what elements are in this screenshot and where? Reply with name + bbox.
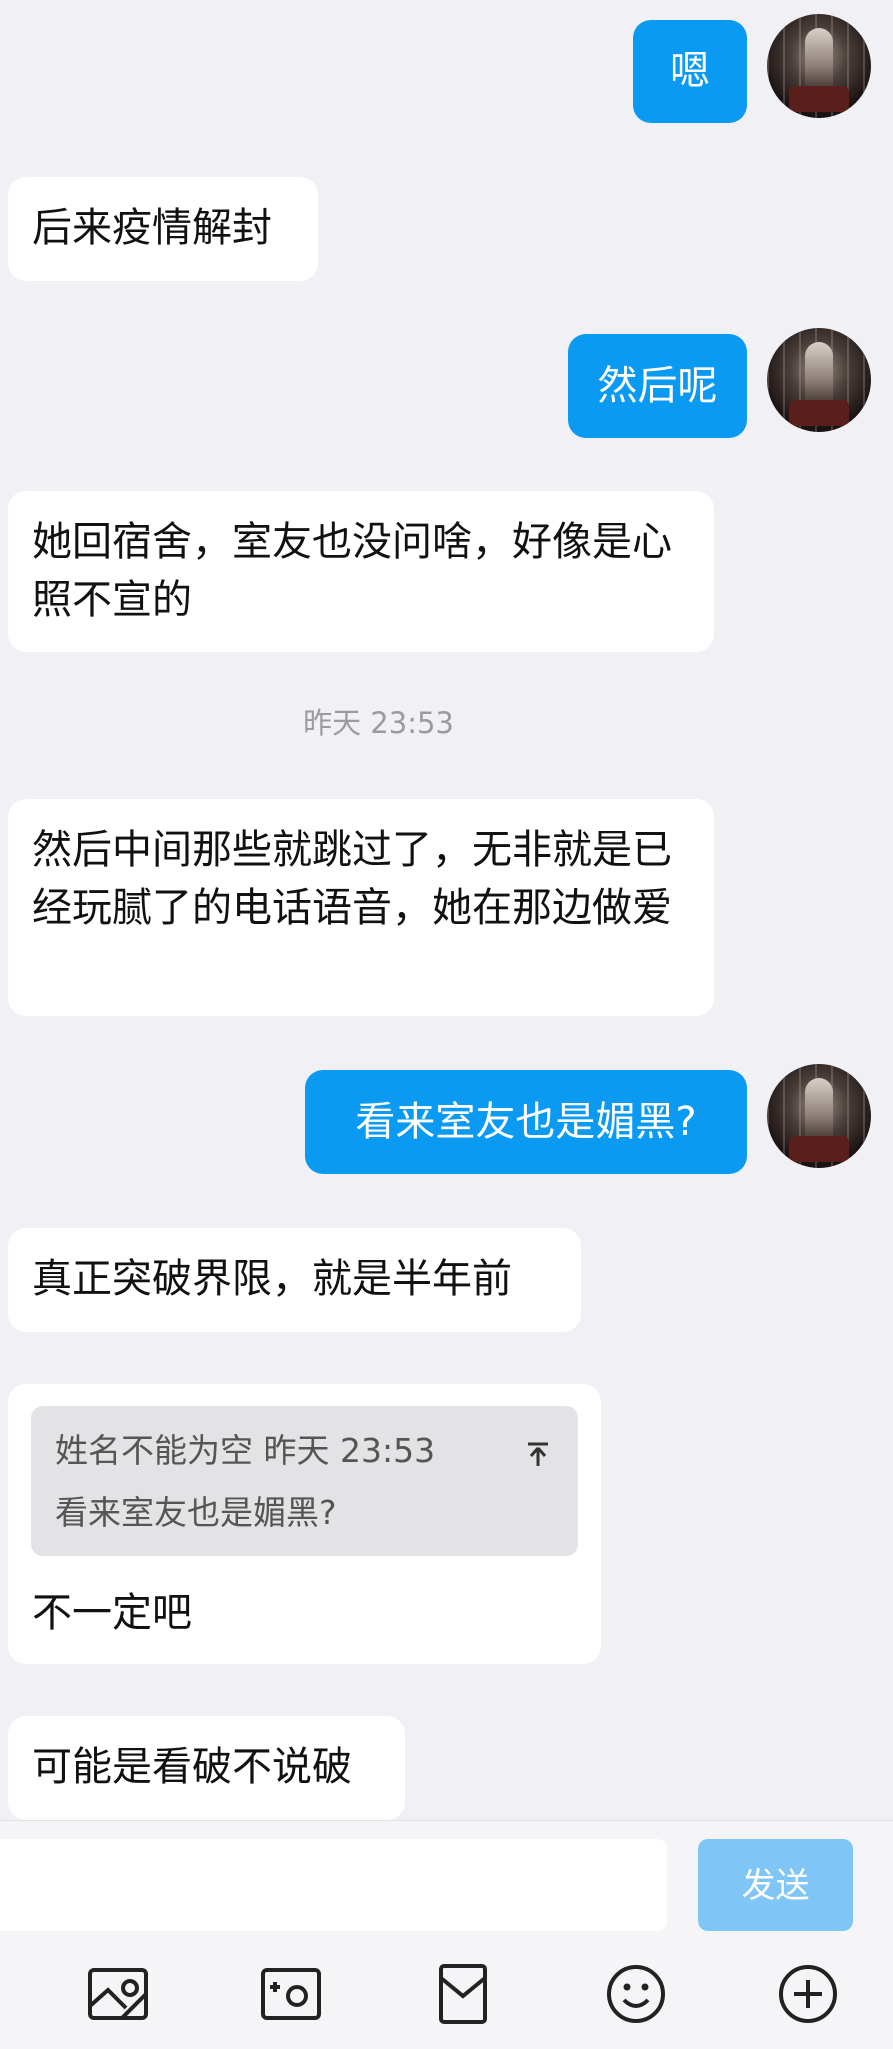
image-icon[interactable] [86,1962,150,2026]
message-bubble-incoming[interactable]: 然后中间那些就跳过了，无非就是已经玩腻了的电话语音，她在那边做爱 [8,799,714,1016]
message-text: 不一定吧 [32,1590,192,1636]
quote-text: 看来室友也是媚黑? [55,1493,337,1532]
camera-icon[interactable] [259,1962,323,2026]
avatar[interactable] [767,14,871,118]
quote-meta: 姓名不能为空 昨天 23:53 [55,1420,554,1482]
input-bar: 发送 [0,1820,893,2049]
message-bubble-incoming[interactable]: 后来疫情解封 [8,177,318,281]
message-text: 然后呢 [597,363,718,409]
quote-author: 姓名不能为空 [55,1431,253,1470]
message-bubble-incoming[interactable]: 她回宿舍，室友也没问啥，好像是心照不宣的 [8,491,714,652]
emoji-icon[interactable] [604,1962,668,2026]
quote-time: 昨天 23:53 [263,1431,436,1470]
message-text: 真正突破界限，就是半年前 [32,1256,512,1302]
red-packet-icon[interactable] [431,1962,495,2026]
message-bubble-incoming[interactable]: 真正突破界限，就是半年前 [8,1228,581,1332]
message-text: 后来疫情解封 [32,205,272,251]
message-bubble-incoming[interactable]: 可能是看破不说破 [8,1716,405,1820]
message-text: 嗯 [670,48,710,94]
plus-icon[interactable] [776,1962,840,2026]
send-button[interactable]: 发送 [698,1839,853,1931]
message-bubble-outgoing[interactable]: 嗯 [633,20,747,123]
message-bubble-outgoing[interactable]: 看来室友也是媚黑? [305,1070,747,1174]
chat-timestamp: 昨天 23:53 [303,706,454,740]
message-text: 可能是看破不说破 [32,1744,352,1790]
message-text: 她回宿舍，室友也没问啥，好像是心照不宣的 [32,519,672,623]
arrow-up-icon[interactable] [524,1428,552,1490]
message-bubble-outgoing[interactable]: 然后呢 [568,334,747,438]
avatar[interactable] [767,328,871,432]
message-text: 看来室友也是媚黑? [355,1099,697,1145]
quoted-message[interactable]: 姓名不能为空 昨天 23:53 看来室友也是媚黑? [31,1406,578,1556]
avatar[interactable] [767,1064,871,1168]
message-input[interactable] [0,1839,667,1931]
message-text: 然后中间那些就跳过了，无非就是已经玩腻了的电话语音，她在那边做爱 [32,827,672,931]
